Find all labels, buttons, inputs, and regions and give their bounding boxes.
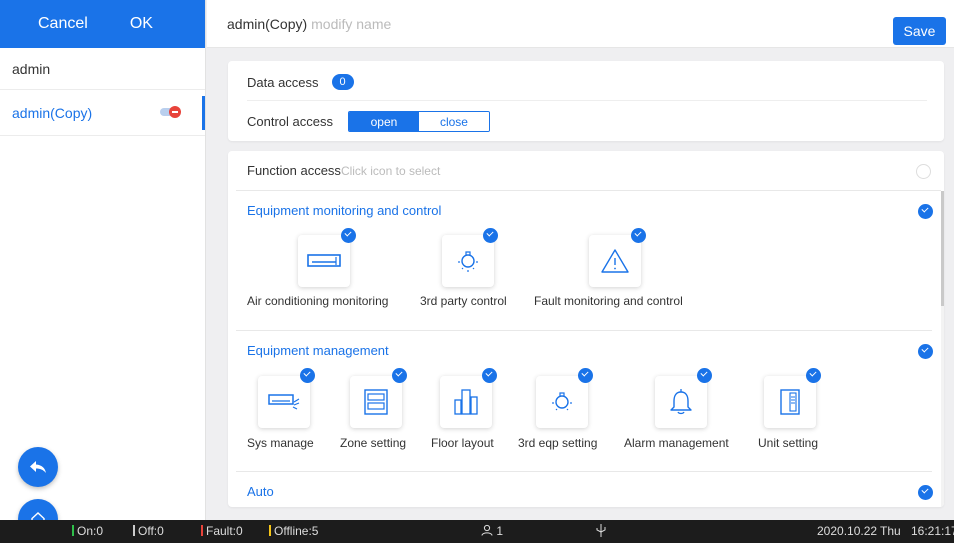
section-checkbox-monitoring[interactable]	[918, 204, 933, 219]
tile-zone-setting[interactable]	[350, 376, 402, 428]
item-label: Alarm management	[624, 436, 729, 450]
tile-alarm-management[interactable]	[655, 376, 707, 428]
status-on: On:0	[72, 524, 103, 538]
section-checkbox-management[interactable]	[918, 344, 933, 359]
data-access-count-badge[interactable]: 0	[331, 74, 354, 90]
section-title-management: Equipment management	[247, 343, 389, 358]
check-icon	[631, 228, 646, 243]
status-weekday: Thu	[880, 524, 901, 538]
check-icon	[482, 368, 497, 383]
save-button[interactable]: Save	[893, 17, 946, 45]
status-fault: Fault:0	[201, 524, 243, 538]
check-icon	[806, 368, 821, 383]
section-title-auto: Auto	[247, 484, 274, 499]
check-icon	[578, 368, 593, 383]
control-open-option[interactable]: open	[348, 112, 419, 131]
control-access-switch: open close	[347, 111, 490, 132]
user-icon	[481, 524, 493, 536]
item-label: 3rd eqp setting	[518, 436, 598, 450]
tile-3rd-eqp-setting[interactable]	[536, 376, 588, 428]
function-access-card: Function access Click icon to select Equ…	[228, 151, 944, 507]
check-icon	[341, 228, 356, 243]
check-icon	[483, 228, 498, 243]
role-label: admin	[12, 60, 51, 77]
status-users: 1	[481, 524, 503, 538]
unit-icon	[780, 389, 800, 415]
tile-fault-monitoring[interactable]	[589, 235, 641, 287]
item-label: 3rd party control	[420, 294, 507, 308]
light-bulb-icon	[458, 251, 478, 272]
item-label: Floor layout	[431, 436, 494, 450]
check-icon	[392, 368, 407, 383]
minus-icon	[169, 106, 181, 118]
role-item-admin-copy[interactable]: admin(Copy)	[0, 90, 205, 136]
select-all-checkbox[interactable]	[916, 164, 931, 179]
ok-button[interactable]: OK	[130, 15, 153, 33]
item-label: Air conditioning monitoring	[247, 294, 389, 308]
function-access-label: Function access	[247, 163, 341, 178]
role-item-admin[interactable]: admin	[0, 48, 205, 90]
cancel-button[interactable]: Cancel	[38, 15, 88, 33]
tile-sys-manage[interactable]	[258, 376, 310, 428]
ac-unit-icon	[268, 394, 300, 410]
status-bar: On:0 Off:0 Fault:0 Offline:5 1 2020.10.2…	[0, 520, 954, 543]
status-off: Off:0	[133, 524, 164, 538]
control-close-option[interactable]: close	[418, 112, 489, 131]
back-button[interactable]	[18, 447, 58, 487]
status-offline: Offline:5	[269, 524, 318, 538]
access-card: Data access 0 Control access open close	[228, 61, 944, 141]
sidebar-header: Cancel OK	[0, 0, 205, 48]
item-label: Unit setting	[758, 436, 819, 450]
bell-icon	[670, 389, 692, 415]
item-label: Fault monitoring and control	[534, 294, 683, 308]
tile-floor-layout[interactable]	[440, 376, 492, 428]
status-date: 2020.10.22	[817, 524, 878, 538]
air-conditioner-icon	[307, 254, 341, 267]
control-access-label: Control access	[247, 114, 333, 129]
tile-air-conditioning-monitoring[interactable]	[298, 235, 350, 287]
item-label: Zone setting	[340, 436, 407, 450]
warning-icon	[601, 249, 629, 273]
back-arrow-icon	[30, 461, 46, 473]
scrollbar[interactable]	[941, 191, 944, 306]
role-sidebar: Cancel OK admin admin(Copy)	[0, 0, 206, 520]
check-icon	[300, 368, 315, 383]
zone-icon	[364, 389, 388, 415]
status-time: 16:21:17	[911, 524, 954, 538]
usb-icon	[596, 524, 606, 540]
building-icon	[454, 389, 478, 415]
item-label: Sys manage	[247, 436, 314, 450]
tile-3rd-party-control[interactable]	[442, 235, 494, 287]
section-title-monitoring: Equipment monitoring and control	[247, 203, 442, 218]
delete-toggle[interactable]	[160, 106, 181, 118]
bulb-setting-icon	[552, 392, 572, 411]
data-access-label: Data access	[247, 74, 319, 90]
function-access-hint: Click icon to select	[340, 164, 441, 178]
section-checkbox-auto[interactable]	[918, 485, 933, 500]
name-placeholder: modify name	[311, 15, 392, 32]
check-icon	[697, 368, 712, 383]
name-bar: admin(Copy) modify name Save	[207, 0, 954, 48]
tile-unit-setting[interactable]	[764, 376, 816, 428]
role-name-input[interactable]: admin(Copy)	[227, 16, 307, 32]
role-label: admin(Copy)	[12, 104, 93, 121]
